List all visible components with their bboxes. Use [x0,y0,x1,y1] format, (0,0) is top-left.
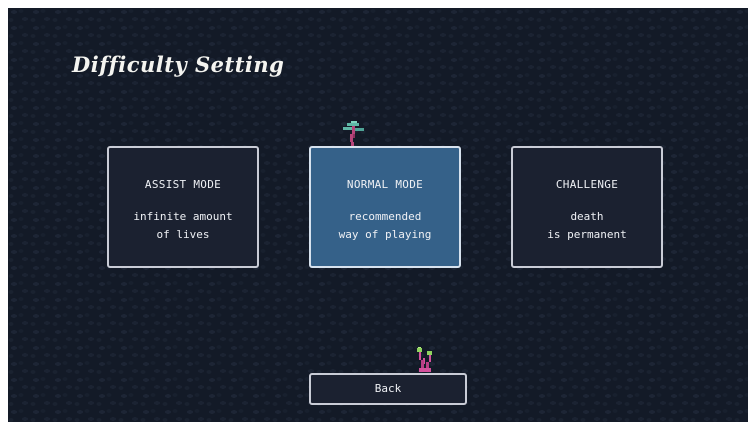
challenge-mode-label: CHALLENGE [555,178,619,191]
sprout-sprite-icon [417,347,432,372]
normal-mode-desc-line: recommended [348,210,422,223]
assist-mode-desc-line: infinite amount [133,210,233,223]
normal-mode-label: NORMAL MODE [346,178,424,191]
normal-mode-description: recommended way of playing [317,208,453,244]
page-title: Difficulty Setting [72,52,285,77]
challenge-mode-desc-line: death [570,210,604,223]
normal-mode-desc-line: way of playing [338,228,432,241]
challenge-mode-description: death is permanent [519,208,655,244]
back-button[interactable]: Back [309,373,467,405]
assist-mode-desc-line: of lives [156,228,210,241]
challenge-mode-desc-line: is permanent [547,228,627,241]
difficulty-screen: Difficulty Setting ASSIST MODE infinite … [8,8,748,422]
assist-mode-label: ASSIST MODE [144,178,222,191]
assist-mode-description: infinite amount of lives [115,208,251,244]
normal-mode-card[interactable]: NORMAL MODE recommended way of playing [309,146,461,268]
assist-mode-card[interactable]: ASSIST MODE infinite amount of lives [107,146,259,268]
challenge-mode-card[interactable]: CHALLENGE death is permanent [511,146,663,268]
